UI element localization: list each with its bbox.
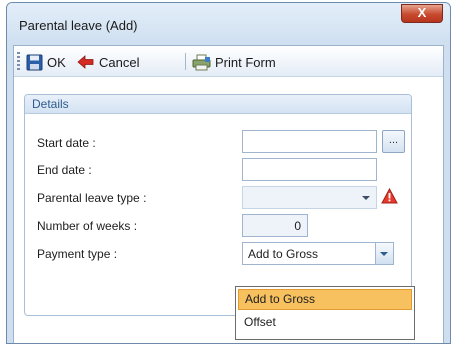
save-disk-icon: [26, 54, 43, 70]
payment-type-value: Add to Gross: [248, 247, 319, 261]
cancel-label: Cancel: [99, 54, 140, 70]
end-date-field[interactable]: [242, 158, 377, 181]
print-form-button[interactable]: Print Form: [192, 53, 276, 71]
toolbar-grip[interactable]: [17, 52, 20, 70]
details-panel: Details Start date : ... End date : Pare…: [24, 94, 412, 316]
payment-type-dropdown-button[interactable]: [375, 243, 393, 264]
number-of-weeks-value: 0: [294, 219, 301, 233]
print-form-label: Print Form: [215, 54, 276, 70]
toolbar-separator: [185, 53, 186, 70]
title-bar[interactable]: Parental leave (Add) X: [7, 3, 450, 45]
dropdown-option-offset[interactable]: Offset: [238, 312, 412, 333]
end-date-label: End date :: [37, 163, 92, 177]
printer-icon: [192, 54, 211, 70]
start-date-field[interactable]: [242, 130, 377, 153]
toolbar: OK Cancel Print Form: [14, 46, 443, 77]
close-icon: X: [417, 5, 427, 20]
warning-triangle-icon: [381, 188, 398, 204]
parental-leave-type-combo[interactable]: [242, 186, 377, 209]
window-title: Parental leave (Add): [19, 18, 138, 33]
details-header: Details: [25, 95, 411, 114]
dropdown-option-add-to-gross[interactable]: Add to Gross: [238, 289, 412, 310]
number-of-weeks-field[interactable]: 0: [242, 214, 308, 237]
cancel-button[interactable]: Cancel: [77, 53, 139, 71]
start-date-picker-button[interactable]: ...: [382, 130, 405, 153]
chevron-down-icon: [380, 252, 388, 256]
ellipsis-icon: ...: [388, 134, 399, 146]
payment-type-dropdown-list: Add to Gross Offset: [235, 286, 415, 340]
close-button[interactable]: X: [401, 4, 443, 23]
number-of-weeks-label: Number of weeks :: [37, 219, 138, 233]
chevron-down-icon[interactable]: [362, 196, 370, 200]
payment-type-combo[interactable]: Add to Gross: [242, 242, 394, 265]
ok-button[interactable]: OK: [26, 53, 66, 71]
red-back-arrow-icon: [77, 55, 94, 69]
ok-label: OK: [47, 54, 66, 70]
parental-leave-type-label: Parental leave type :: [37, 191, 147, 205]
start-date-label: Start date :: [37, 136, 96, 150]
payment-type-label: Payment type :: [37, 247, 118, 261]
